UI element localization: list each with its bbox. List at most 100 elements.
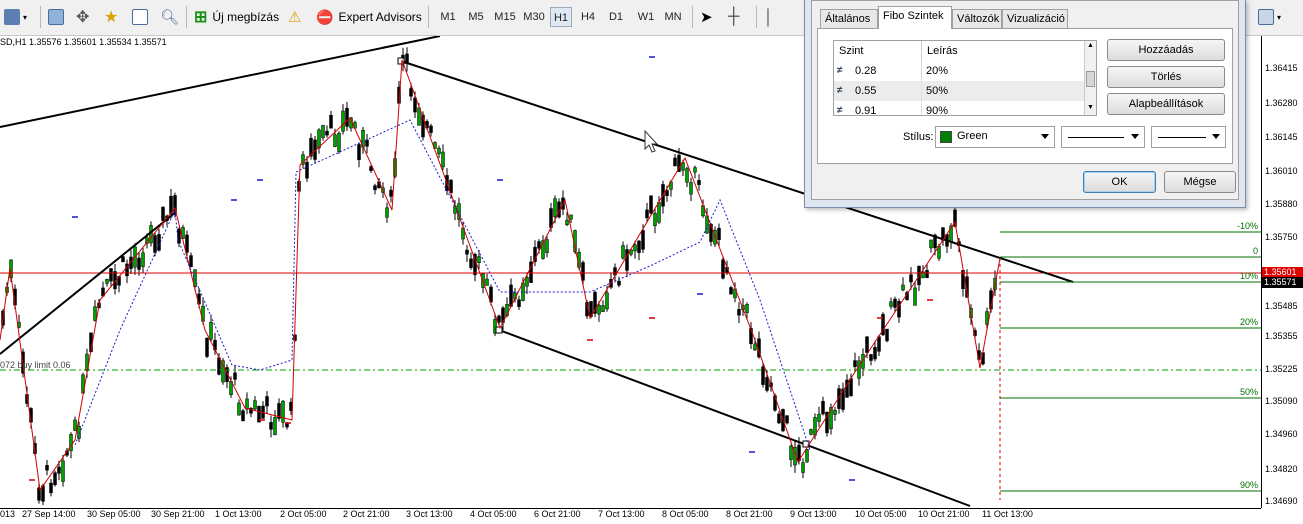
timeframe-w1[interactable]: W1 <box>634 7 658 27</box>
level-value[interactable]: 0.55 <box>855 81 876 101</box>
price-tick-label: 1.36010 <box>1265 166 1298 176</box>
navigator-icon <box>132 9 148 25</box>
new-order-label: Új megbízás <box>212 10 280 24</box>
timeframe-h4[interactable]: H4 <box>576 7 600 27</box>
tab-fibo-levels[interactable]: Fibo Szintek <box>878 6 952 29</box>
candle-body <box>865 336 869 353</box>
candle-body <box>893 298 897 308</box>
candle-body <box>649 195 653 214</box>
fibonacci-levels[interactable]: -10% 0 10% 20% 50% 90% <box>1000 221 1261 492</box>
timeframe-m30[interactable]: M30 <box>520 7 548 27</box>
candle-body <box>853 360 857 367</box>
line-width-preview <box>1158 137 1206 138</box>
chart-templates-button[interactable]: ▾ <box>1258 6 1281 28</box>
level-value[interactable]: 0.28 <box>855 61 876 81</box>
table-row[interactable]: ≠ 0.55 50% <box>834 81 1084 101</box>
favorites-button[interactable]: ★ <box>104 6 118 28</box>
level-icon: ≠ <box>837 105 843 116</box>
timeframe-d1[interactable]: D1 <box>604 7 628 27</box>
col-header-description[interactable]: Leírás <box>922 41 1082 61</box>
candle-body <box>517 299 521 307</box>
candle-body <box>833 409 837 415</box>
candle-body <box>233 372 237 380</box>
levels-table[interactable]: Szint Leírás ≠ 0.28 20% ≠ 0.55 50% ≠ 0.9… <box>833 40 1097 116</box>
tester-button[interactable]: 🔍︎ <box>160 6 179 28</box>
level-description[interactable]: 20% <box>926 61 948 81</box>
level-description[interactable]: 90% <box>926 101 948 115</box>
timeframe-m5[interactable]: M5 <box>464 7 488 27</box>
candle-body <box>545 239 549 253</box>
candle-body <box>813 417 817 436</box>
col-header-level[interactable]: Szint <box>834 41 922 61</box>
crosshair-nav-button[interactable]: ✥ <box>76 6 89 28</box>
candle-body <box>889 301 893 307</box>
cancel-button[interactable]: Mégse <box>1164 171 1236 193</box>
table-row[interactable]: ≠ 0.91 90% <box>834 101 1084 116</box>
candle-body <box>365 139 369 147</box>
level-description[interactable]: 50% <box>926 81 948 101</box>
toolbar-separator <box>692 6 693 28</box>
add-level-button[interactable]: Hozzáadás <box>1107 39 1225 61</box>
chart-new-button[interactable]: ▾ <box>4 6 27 28</box>
channel-lower-right-line[interactable] <box>498 329 971 507</box>
profiles-icon <box>48 9 64 25</box>
time-tick-label: 2 Oct 21:00 <box>343 509 390 519</box>
defaults-button[interactable]: Alapbeállítások <box>1107 93 1225 115</box>
price-tick-label: 1.36145 <box>1265 132 1298 142</box>
candle-body <box>409 88 413 97</box>
candle-body <box>925 270 929 278</box>
candle-body <box>141 252 145 267</box>
anchor-point[interactable] <box>495 326 503 334</box>
delete-level-button[interactable]: Törlés <box>1107 66 1225 88</box>
price-tick-label: 1.35485 <box>1265 301 1298 311</box>
candle-body <box>645 209 649 219</box>
scrollbar-thumb[interactable] <box>1086 71 1095 87</box>
price-tick-label: 1.35880 <box>1265 199 1298 209</box>
candle-body <box>269 422 273 430</box>
candle-body <box>729 287 733 295</box>
time-tick-label: 30 Sep 05:00 <box>87 509 141 519</box>
candle-body <box>441 151 445 168</box>
candle-body <box>765 377 769 391</box>
timeframe-m1[interactable]: M1 <box>436 7 460 27</box>
time-tick-label: 8 Oct 21:00 <box>726 509 773 519</box>
profiles-button[interactable] <box>48 6 64 28</box>
timeframe-mn[interactable]: MN <box>660 7 686 27</box>
mouse-pointer-icon <box>644 129 659 153</box>
expert-advisors-button[interactable]: ⛔ Expert Advisors <box>316 6 422 28</box>
table-scrollbar[interactable]: ▲ ▼ <box>1084 41 1096 115</box>
line-style-select[interactable] <box>1061 126 1145 148</box>
vertical-line-button[interactable]: │ <box>764 6 773 28</box>
dialog-body: Általános Fibo Szintek Változók Vizualiz… <box>811 0 1239 200</box>
color-select[interactable]: Green <box>935 126 1055 148</box>
tab-general[interactable]: Általános <box>820 9 878 28</box>
channel-lower-left-line[interactable] <box>0 211 177 355</box>
level-value[interactable]: 0.91 <box>855 101 876 115</box>
navigator-button[interactable] <box>132 6 148 28</box>
candle-body <box>121 256 125 263</box>
new-order-button[interactable]: ⊞ Új megbízás <box>194 6 279 28</box>
tab-variables[interactable]: Változók <box>952 9 1002 28</box>
channel-upper-left-line[interactable] <box>0 36 441 128</box>
ok-button[interactable]: OK <box>1083 171 1156 193</box>
color-swatch <box>940 131 952 143</box>
cursor-tool-button[interactable]: ➤ <box>700 6 713 28</box>
expert-advisors-label: Expert Advisors <box>338 10 422 24</box>
alert-button[interactable]: ⚠ <box>288 6 301 28</box>
candle-body <box>385 207 389 218</box>
line-width-select[interactable] <box>1151 126 1226 148</box>
timeframe-h1[interactable]: H1 <box>550 7 572 27</box>
candle-body <box>429 125 433 133</box>
candle-body <box>485 278 489 286</box>
table-row[interactable]: ≠ 0.28 20% <box>834 61 1084 81</box>
time-tick-label: 6 Oct 21:00 <box>534 509 581 519</box>
current-price-badge: 1.35571 <box>1262 277 1303 288</box>
scroll-down-icon[interactable]: ▼ <box>1087 104 1094 111</box>
tab-visualization[interactable]: Vizualizáció <box>1002 9 1068 28</box>
scroll-up-icon[interactable]: ▲ <box>1087 42 1094 49</box>
candle-body <box>45 465 49 471</box>
crosshair-tool-button[interactable]: ┼ <box>728 6 739 28</box>
timeframe-m15[interactable]: M15 <box>490 7 520 27</box>
candle-body <box>137 257 141 270</box>
style-label: Stílus: <box>903 131 934 143</box>
